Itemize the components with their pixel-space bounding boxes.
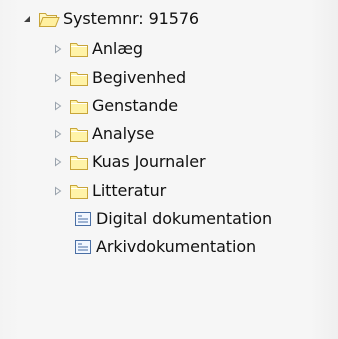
tree-item-label: Genstande — [92, 95, 179, 115]
tree-root-label: Systemnr: 91576 — [63, 8, 199, 28]
tree-root-item[interactable]: Systemnr: 91576 — [20, 5, 199, 32]
tree-item-label: Kuas Journaler — [92, 151, 206, 171]
folder-icon — [69, 69, 89, 87]
tree-item-analyse[interactable]: Analyse — [51, 120, 154, 147]
folder-icon — [69, 182, 89, 200]
folder-icon — [69, 125, 89, 143]
tree-item-anlaeg[interactable]: Anlæg — [51, 35, 143, 62]
document-list-icon — [73, 238, 93, 256]
folder-open-icon — [38, 10, 60, 28]
tree-item-kuas-journaler[interactable]: Kuas Journaler — [51, 148, 206, 175]
folder-icon — [69, 40, 89, 58]
folder-tree-panel: Systemnr: 91576 Anlæg Begivenhed Genstan… — [0, 0, 338, 339]
collapsed-arrow-icon[interactable] — [51, 99, 65, 113]
tree-item-arkivdokumentation[interactable]: Arkivdokumentation — [73, 233, 256, 260]
tree-item-begivenhed[interactable]: Begivenhed — [51, 64, 186, 91]
tree-item-digital-dokumentation[interactable]: Digital dokumentation — [73, 205, 272, 232]
collapsed-arrow-icon[interactable] — [51, 184, 65, 198]
collapsed-arrow-icon[interactable] — [51, 127, 65, 141]
expanded-arrow-icon[interactable] — [20, 12, 34, 26]
folder-icon — [69, 153, 89, 171]
tree-item-label: Begivenhed — [92, 67, 187, 87]
tree-item-label: Anlæg — [92, 38, 143, 58]
tree-item-label: Litteratur — [92, 180, 167, 200]
tree-item-litteratur[interactable]: Litteratur — [51, 177, 166, 204]
tree-item-label: Arkivdokumentation — [96, 236, 257, 256]
collapsed-arrow-icon[interactable] — [51, 155, 65, 169]
tree-item-label: Digital dokumentation — [96, 208, 273, 228]
folder-icon — [69, 97, 89, 115]
collapsed-arrow-icon[interactable] — [51, 42, 65, 56]
tree-item-genstande[interactable]: Genstande — [51, 92, 178, 119]
tree-item-label: Analyse — [92, 123, 155, 143]
collapsed-arrow-icon[interactable] — [51, 71, 65, 85]
document-list-icon — [73, 210, 93, 228]
